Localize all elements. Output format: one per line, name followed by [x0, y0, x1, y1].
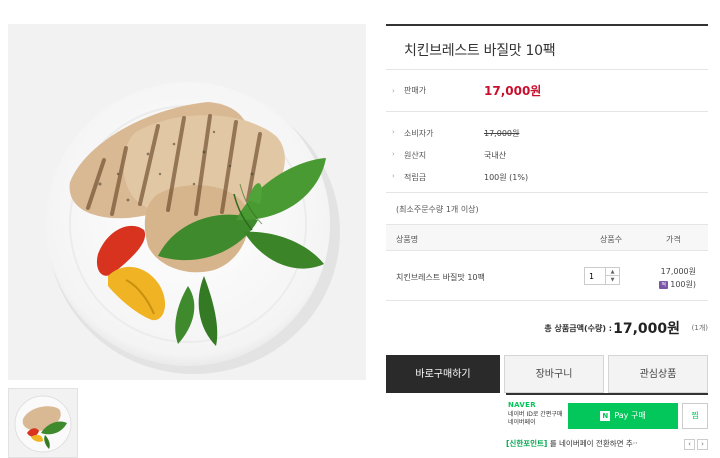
total-price: 총 상품금액(수량) : 17,000원 (1개)	[386, 301, 708, 355]
quantity-down-icon[interactable]: ▼	[605, 276, 619, 284]
naver-pay-button[interactable]: N Pay 구매	[568, 403, 678, 429]
total-count: (1개)	[691, 324, 708, 332]
points-row: › 적립금 100원 (1%)	[386, 166, 708, 188]
bullet-icon: ›	[392, 150, 395, 158]
product-thumbnail[interactable]	[8, 388, 78, 458]
buy-now-button[interactable]: 바로구매하기	[386, 355, 500, 393]
naver-pay-desc-line1: 네이버 ID로 간편구매	[508, 411, 563, 418]
naver-pay-description: 네이버 ID로 간편구매 네이버페이	[508, 411, 562, 427]
product-info-panel: 치킨브레스트 바질맛 10팩 › 판매가 17,000원 › 소비자가 17,0…	[386, 24, 708, 395]
promo-prev-icon[interactable]: ‹	[684, 439, 695, 450]
quantity-stepper[interactable]: ▲ ▼	[584, 267, 620, 285]
product-detail-page: 치킨브레스트 바질맛 10팩 › 판매가 17,000원 › 소비자가 17,0…	[0, 0, 720, 458]
product-title-box: 치킨브레스트 바질맛 10팩	[386, 24, 708, 70]
header-product-name: 상품명	[396, 235, 419, 244]
bullet-icon: ›	[392, 128, 395, 136]
option-mileage-value: 100원)	[670, 280, 696, 289]
promo-tag[interactable]: [신한포인트]	[506, 439, 547, 448]
consumer-price-row: › 소비자가 17,000원	[386, 122, 708, 144]
naver-pay-label: Pay 구매	[614, 411, 646, 420]
points-label: 적립금	[404, 172, 427, 182]
add-to-cart-button[interactable]: 장바구니	[504, 355, 604, 393]
quantity-up-icon[interactable]: ▲	[605, 268, 619, 276]
action-buttons: 바로구매하기 장바구니 관심상품	[386, 355, 708, 395]
points-value: 100원 (1%)	[484, 172, 529, 182]
option-price-value: 17,000원	[660, 267, 696, 276]
sale-price-value: 17,000원	[484, 84, 542, 98]
table-row: 치킨브레스트 바질맛 10팩 ▲ ▼ 17,000원 적100원)	[386, 251, 708, 301]
naver-n-icon: N	[600, 410, 611, 421]
header-quantity: 상품수	[600, 235, 623, 244]
option-price: 17,000원 적 100원)	[659, 265, 696, 291]
origin-row: › 원산지 국내산	[386, 144, 708, 166]
promo-next-icon[interactable]: ›	[697, 439, 708, 450]
total-label: 총 상품금액(수량) :	[544, 324, 612, 333]
sale-price-label: 판매가	[404, 86, 427, 95]
mileage-icon: 적	[659, 280, 669, 289]
option-product-name: 치킨브레스트 바질맛 10팩	[396, 273, 485, 282]
promo-text[interactable]: 를 네이버페이 전환하면 추··	[550, 439, 638, 448]
option-table-header: 상품명 상품수 가격	[386, 225, 708, 251]
min-order-quantity: (최소주문수량 1개 이상)	[386, 192, 708, 224]
option-table: 상품명 상품수 가격 치킨브레스트 바질맛 10팩 ▲ ▼ 17,000원 적1…	[386, 224, 708, 301]
naver-pay-desc-line2: 네이버페이	[508, 419, 536, 426]
product-title: 치킨브레스트 바질맛 10팩	[404, 43, 556, 59]
naver-pay-box: NAVER 네이버 ID로 간편구매 네이버페이 N Pay 구매 찜	[506, 393, 708, 433]
product-main-image[interactable]	[8, 24, 366, 380]
consumer-price-value: 17,000원	[484, 128, 520, 138]
origin-label: 원산지	[404, 150, 427, 160]
header-price: 가격	[666, 235, 681, 244]
wishlist-button[interactable]: 관심상품	[608, 355, 708, 393]
consumer-price-label: 소비자가	[404, 128, 434, 138]
total-amount: 17,000원	[613, 321, 680, 337]
bullet-icon: ›	[392, 87, 395, 95]
option-mileage: 적 100원)	[659, 278, 696, 291]
naver-zzim-button[interactable]: 찜	[682, 403, 708, 429]
quantity-input[interactable]	[585, 268, 605, 284]
naver-logo: NAVER	[508, 401, 536, 409]
origin-value: 국내산	[484, 150, 507, 160]
naver-pay-promo: [신한포인트] 를 네이버페이 전환하면 추·· ‹ ›	[506, 438, 708, 452]
bullet-icon: ›	[392, 172, 395, 180]
sale-price-row: › 판매가 17,000원	[386, 70, 708, 112]
